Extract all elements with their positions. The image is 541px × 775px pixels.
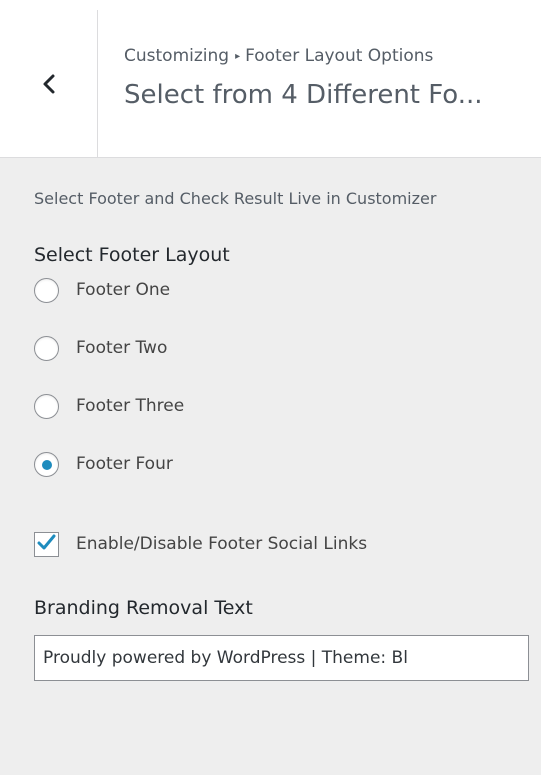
radio-label: Footer Three [76,396,185,416]
breadcrumb-root: Customizing [124,46,230,66]
footer-layout-title: Select Footer Layout [34,244,230,266]
radio-footer-one[interactable]: Footer One [34,278,529,336]
radio-footer-three[interactable]: Footer Three [34,394,529,452]
breadcrumb-separator-icon: ▸ [235,51,241,62]
chevron-left-icon [42,73,56,95]
checkmark-icon [37,534,56,555]
section-description: Select Footer and Check Result Live in C… [34,189,437,208]
breadcrumb-panel: Footer Layout Options [245,46,434,66]
header-text: Customizing ▸ Footer Layout Options Select… [124,44,541,112]
radio-label: Footer Four [76,454,173,474]
customizer-section-header: Customizing ▸ Footer Layout Options Select… [0,10,541,158]
radio-footer-two[interactable]: Footer Two [34,336,529,394]
breadcrumb: Customizing ▸ Footer Layout Options [124,44,541,68]
social-links-label: Enable/Disable Footer Social Links [76,534,368,554]
branding-removal-input[interactable] [34,635,529,681]
social-links-checkbox[interactable] [34,532,59,557]
section-title: Select from 4 Different Fo... [124,80,483,110]
radio-label: Footer Two [76,338,168,358]
section-content: Select Footer and Check Result Live in C… [34,186,529,681]
radio-label: Footer One [76,280,171,300]
footer-layout-radio-group: Footer One Footer Two Footer Three Foote… [34,278,529,510]
radio-selected-dot-icon [41,459,52,470]
radio-button[interactable] [34,394,59,419]
radio-button[interactable] [34,278,59,303]
top-strip [0,0,541,10]
radio-footer-four[interactable]: Footer Four [34,452,529,510]
radio-button-selected[interactable] [34,452,59,477]
branding-removal-title: Branding Removal Text [34,597,253,619]
radio-button[interactable] [34,336,59,361]
back-button[interactable] [0,10,98,157]
social-links-toggle[interactable]: Enable/Disable Footer Social Links [34,532,529,557]
